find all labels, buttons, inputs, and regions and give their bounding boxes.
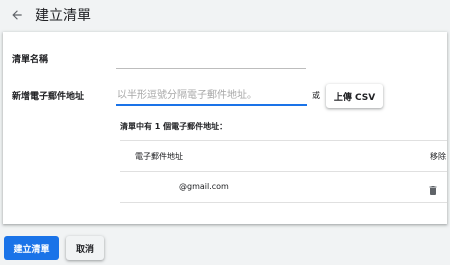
header-bar: 建立清單 — [0, 0, 450, 32]
email-cell: @gmail.com — [179, 182, 229, 191]
table-header: 電子郵件地址 移除 — [120, 140, 447, 172]
form-card: 清單名稱 新增電子郵件地址 或 上傳 CSV 清單中有 1 個電子郵件地址： 電… — [3, 32, 447, 224]
trash-icon — [429, 186, 437, 195]
create-list-button[interactable]: 建立清單 — [4, 236, 59, 260]
arrow-left-icon — [12, 10, 22, 20]
page-title: 建立清單 — [35, 8, 91, 24]
email-input[interactable] — [116, 86, 307, 106]
back-button[interactable] — [8, 6, 26, 24]
list-name-input[interactable] — [116, 50, 306, 69]
email-table: 電子郵件地址 移除 @gmail.com — [120, 140, 447, 203]
upload-csv-button[interactable]: 上傳 CSV — [326, 84, 383, 108]
email-count-summary: 清單中有 1 個電子郵件地址： — [120, 122, 228, 131]
remove-column-header: 移除 — [430, 152, 446, 161]
list-name-label: 清單名稱 — [12, 55, 49, 65]
or-text: 或 — [312, 91, 320, 100]
email-column-header: 電子郵件地址 — [135, 152, 183, 161]
table-row: @gmail.com — [120, 172, 447, 203]
cancel-button[interactable]: 取消 — [66, 236, 104, 260]
new-email-label: 新增電子郵件地址 — [12, 92, 85, 102]
remove-email-button[interactable] — [427, 182, 439, 195]
